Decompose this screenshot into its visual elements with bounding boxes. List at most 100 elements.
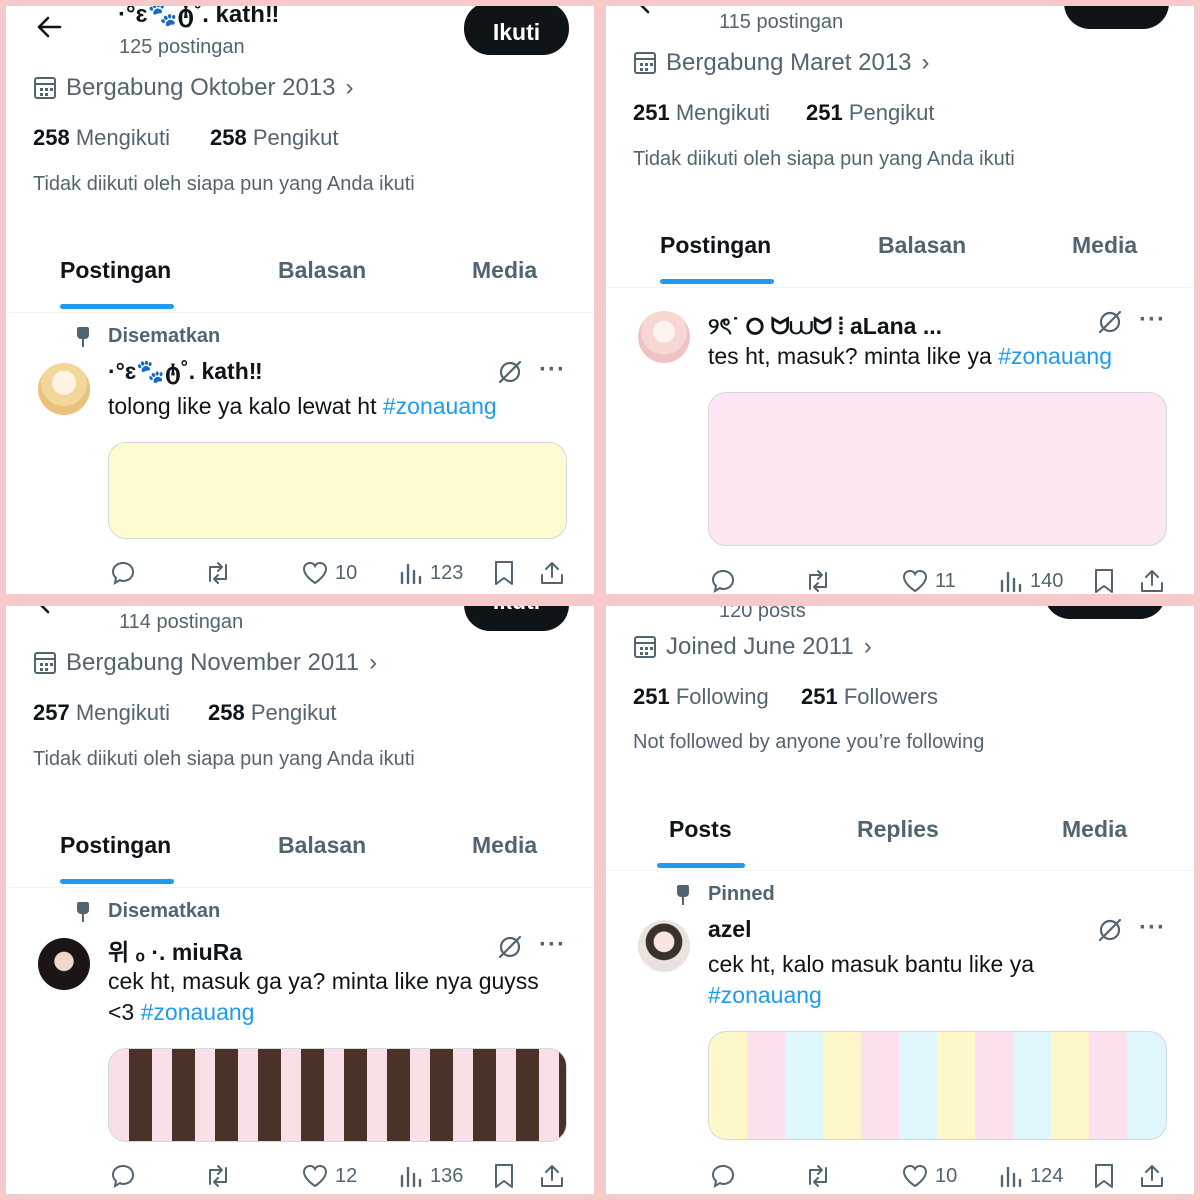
following-stat[interactable]: 251 Following <box>633 684 769 710</box>
reply-icon <box>711 1164 735 1189</box>
tab-media[interactable]: Media <box>1062 816 1127 843</box>
grok-icon[interactable] <box>1097 309 1123 335</box>
joined-date: Joined June 2011 › <box>634 633 872 661</box>
like-button[interactable]: 10 <box>901 1162 957 1190</box>
reply-button[interactable] <box>709 567 737 594</box>
hashtag-link[interactable]: #zonauang <box>708 982 822 1008</box>
reply-icon <box>711 569 735 594</box>
views-icon <box>1000 571 1022 593</box>
following-stat[interactable]: 251 Mengikuti <box>633 100 770 126</box>
tab-posts[interactable]: Postingan <box>60 257 171 284</box>
followers-stat[interactable]: 258 Pengikut <box>210 125 338 151</box>
tweet-text: cek ht, masuk ga ya? minta like nya guys… <box>108 966 568 1028</box>
followers-label: Pengikut <box>252 125 339 150</box>
following-stat[interactable]: 257 Mengikuti <box>33 700 170 726</box>
views-icon <box>400 1166 422 1188</box>
tab-posts[interactable]: Posts <box>669 816 732 843</box>
tweet-author-name[interactable]: 위 ₒ ·. miuRa <box>108 933 242 967</box>
hashtag-link[interactable]: #zonauang <box>383 393 497 419</box>
bookmark-button[interactable] <box>1092 567 1116 594</box>
followers-stat[interactable]: 251 Followers <box>801 684 938 710</box>
more-options-icon[interactable]: ··· <box>539 356 566 384</box>
grok-icon[interactable] <box>497 359 523 385</box>
follow-button[interactable] <box>1044 606 1166 619</box>
followers-count: 258 <box>208 700 245 725</box>
post-count: 115 postingan <box>719 11 844 33</box>
arrow-left-icon[interactable] <box>34 606 64 624</box>
tab-replies[interactable]: Replies <box>857 816 939 843</box>
repost-button[interactable] <box>203 559 233 587</box>
joined-text: Bergabung Maret 2013 <box>666 49 912 76</box>
tab-posts[interactable]: Postingan <box>660 232 771 259</box>
bookmark-button[interactable] <box>492 1162 516 1190</box>
reply-button[interactable] <box>709 1162 737 1190</box>
views-button[interactable]: 123 <box>398 559 463 587</box>
avatar[interactable] <box>638 311 690 363</box>
tweet-author-name[interactable]: ·°ɛ🐾ტ˚. kath‼ <box>108 358 263 385</box>
like-button[interactable]: 12 <box>301 1162 357 1190</box>
like-button[interactable]: 11 <box>901 567 956 594</box>
pinned-indicator: Disematkan <box>76 325 220 348</box>
bookmark-button[interactable] <box>492 559 516 587</box>
reply-button[interactable] <box>109 559 137 587</box>
tweet-author-name[interactable]: azel <box>708 916 751 943</box>
tweet-media[interactable] <box>108 442 567 539</box>
views-button[interactable]: 124 <box>998 1162 1063 1190</box>
tab-media[interactable]: Media <box>472 257 537 284</box>
tab-media[interactable]: Media <box>472 832 537 859</box>
tab-media[interactable]: Media <box>1072 232 1137 259</box>
share-button[interactable] <box>538 559 566 587</box>
views-icon <box>1000 1166 1022 1188</box>
following-count: 258 <box>33 125 70 150</box>
pin-icon <box>76 901 90 922</box>
avatar[interactable] <box>38 938 90 990</box>
more-options-icon[interactable]: ··· <box>1139 306 1166 334</box>
following-stat[interactable]: 258 Mengikuti <box>33 125 170 151</box>
bookmark-button[interactable] <box>1092 1162 1116 1190</box>
pin-icon <box>676 884 690 905</box>
like-button[interactable]: 10 <box>301 559 357 587</box>
joined-date: Bergabung November 2011 › <box>34 649 377 677</box>
tab-replies[interactable]: Balasan <box>878 232 966 259</box>
more-options-icon[interactable]: ··· <box>1139 914 1166 942</box>
views-button[interactable]: 140 <box>998 567 1063 594</box>
active-tab-indicator <box>660 279 774 284</box>
not-followed-text: Tidak diikuti oleh siapa pun yang Anda i… <box>33 173 415 195</box>
hashtag-link[interactable]: #zonauang <box>998 343 1112 369</box>
avatar[interactable] <box>638 920 690 972</box>
repost-button[interactable] <box>803 1162 833 1190</box>
tweet-media[interactable] <box>108 1048 567 1142</box>
tweet-media[interactable] <box>708 392 1167 546</box>
more-options-icon[interactable]: ··· <box>539 931 566 959</box>
hashtag-link[interactable]: #zonauang <box>141 999 255 1025</box>
pinned-indicator: Pinned <box>676 883 775 906</box>
tab-replies[interactable]: Balasan <box>278 832 366 859</box>
following-count: 251 <box>633 100 670 125</box>
share-button[interactable] <box>1138 1162 1166 1190</box>
tab-replies[interactable]: Balasan <box>278 257 366 284</box>
tweet-media[interactable] <box>708 1031 1167 1140</box>
repost-button[interactable] <box>203 1162 233 1190</box>
follow-button[interactable]: Ikuti <box>464 6 569 55</box>
arrow-left-icon[interactable] <box>634 6 664 24</box>
follow-button[interactable]: Ikuti <box>464 606 569 631</box>
followers-stat[interactable]: 251 Pengikut <box>806 100 934 126</box>
like-count: 10 <box>935 1164 958 1187</box>
share-button[interactable] <box>1138 567 1166 594</box>
grok-icon[interactable] <box>1097 917 1123 943</box>
followers-stat[interactable]: 258 Pengikut <box>208 700 336 726</box>
arrow-left-icon[interactable] <box>34 12 64 48</box>
grok-icon[interactable] <box>497 934 523 960</box>
view-count: 124 <box>1030 1164 1064 1187</box>
calendar-icon <box>34 77 56 99</box>
joined-date: Bergabung Maret 2013 › <box>634 49 930 77</box>
share-icon <box>541 1165 563 1187</box>
heart-icon <box>902 1164 928 1188</box>
reply-button[interactable] <box>109 1162 137 1190</box>
follow-button[interactable]: Ikuti <box>1064 6 1169 29</box>
views-button[interactable]: 136 <box>398 1162 463 1190</box>
tab-posts[interactable]: Postingan <box>60 832 171 859</box>
share-button[interactable] <box>538 1162 566 1190</box>
repost-button[interactable] <box>803 567 833 594</box>
avatar[interactable] <box>38 363 90 415</box>
